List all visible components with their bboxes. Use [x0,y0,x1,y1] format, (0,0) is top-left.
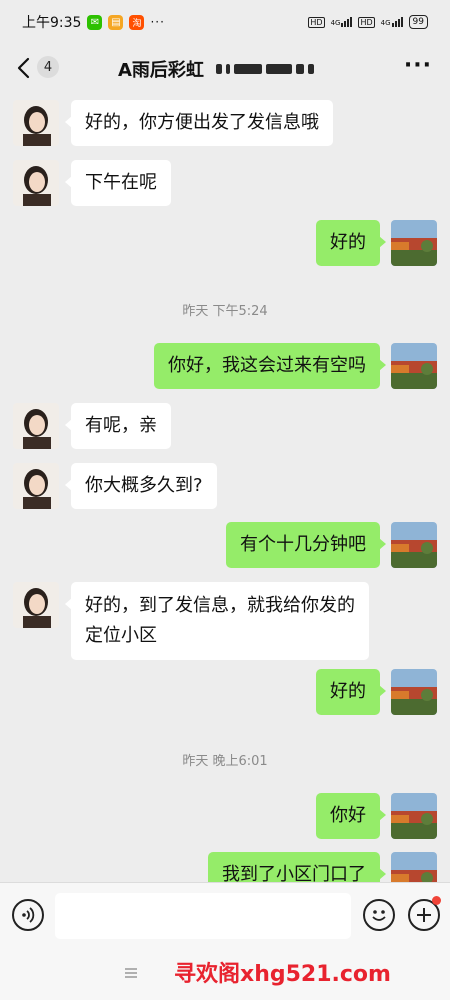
network-type-label: 4G [380,19,391,27]
message-bubble[interactable]: 好的，到了发信息，就我给你发的 定位小区 [65,582,369,660]
my-avatar[interactable] [391,852,437,882]
voice-icon [22,907,35,923]
more-options-icon[interactable]: ··· [404,55,432,77]
signal-icon: 4G [381,17,403,27]
input-bar [0,882,450,948]
message-bubble[interactable]: 有呢，亲 [65,403,171,449]
status-time: 上午9:35 [22,15,82,31]
signal-icon: 4G [331,17,353,27]
emoji-icon [372,910,386,921]
hd-icon: HD [358,16,375,28]
network-type-label: 4G [330,19,341,27]
contact-avatar[interactable] [13,100,59,146]
menu-icon[interactable] [124,966,138,980]
message-input[interactable] [55,893,351,939]
my-avatar[interactable] [391,669,437,715]
contact-avatar[interactable] [13,403,59,449]
watermark: 寻欢阁xhg521.com [174,962,391,987]
more-notifications-icon: ··· [150,15,165,29]
message-bubble[interactable]: 我到了小区门口了 [208,852,386,882]
emoji-button[interactable] [363,899,395,931]
status-left: 上午9:35 ✉ ▤ 淘 ··· [22,12,165,32]
message-bubble[interactable]: 你大概多久到? [65,463,217,509]
unread-count-badge[interactable]: 4 [37,56,59,78]
message-list[interactable]: 好的，你方便出发了发信息哦 下午在呢 好的 昨天 下午5:24 你好，我这会过来… [0,92,450,882]
my-avatar[interactable] [391,220,437,266]
taobao-icon: 淘 [129,14,145,30]
contact-avatar[interactable] [13,463,59,509]
title-redaction [216,59,336,79]
notification-dot [432,896,441,905]
message-bubble[interactable]: 下午在呢 [65,160,171,206]
status-bar: 上午9:35 ✉ ▤ 淘 ··· HD 4G HD 4G 99 [0,0,450,44]
message-line: 好的，到了发信息，就我给你发的 [85,595,355,616]
wechat-icon: ✉ [87,14,103,30]
message-bubble[interactable]: 好的，你方便出发了发信息哦 [65,100,333,146]
time-divider: 昨天 晚上6:01 [182,754,268,769]
chat-header: 4 A雨后彩虹 ··· [0,44,450,92]
notes-icon: ▤ [108,14,124,30]
system-navigation: 寻欢阁xhg521.com [0,948,450,1000]
message-bubble[interactable]: 你好，我这会过来有空吗 [154,343,386,389]
chat-title: A雨后彩虹 [118,60,204,81]
hd-icon: HD [308,16,325,28]
message-bubble[interactable]: 好的 [316,669,386,715]
plus-icon [417,908,431,922]
message-bubble[interactable]: 有个十几分钟吧 [226,522,386,568]
time-divider: 昨天 下午5:24 [182,304,268,319]
my-avatar[interactable] [391,793,437,839]
message-line: 定位小区 [85,625,157,646]
back-arrow-icon[interactable] [14,56,34,80]
my-avatar[interactable] [391,522,437,568]
my-avatar[interactable] [391,343,437,389]
contact-avatar[interactable] [13,582,59,628]
message-bubble[interactable]: 你好 [316,793,386,839]
message-bubble[interactable]: 好的 [316,220,386,266]
battery-icon: 99 [408,15,428,29]
status-right: HD 4G HD 4G 99 [308,15,428,29]
voice-input-button[interactable] [12,899,44,931]
contact-avatar[interactable] [13,160,59,206]
